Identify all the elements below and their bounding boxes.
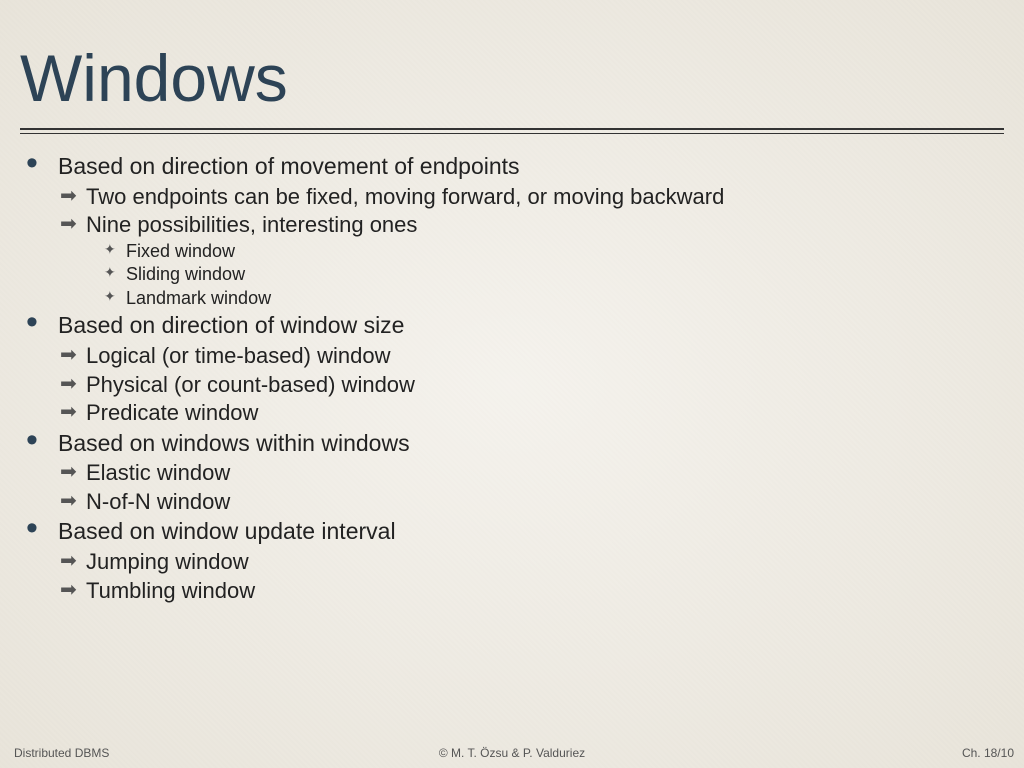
bullet-level3: Sliding window (26, 263, 1004, 286)
bullet-level1: Based on windows within windows (26, 429, 1004, 458)
footer-center: © M. T. Özsu & P. Valduriez (439, 746, 585, 760)
bullet-level2: Logical (or time-based) window (26, 342, 1004, 370)
bullet-level2: Elastic window (26, 459, 1004, 487)
bullet-level2: Physical (or count-based) window (26, 371, 1004, 399)
bullet-level1: Based on direction of window size (26, 311, 1004, 340)
bullet-level2: Jumping window (26, 548, 1004, 576)
bullet-level2: Nine possibilities, interesting ones (26, 211, 1004, 239)
footer-right: Ch. 18/10 (962, 746, 1014, 760)
bullet-level3: Fixed window (26, 240, 1004, 263)
bullet-level2: N-of-N window (26, 488, 1004, 516)
title-divider (20, 128, 1004, 134)
bullet-level1: Based on direction of movement of endpoi… (26, 152, 1004, 181)
slide: Windows Based on direction of movement o… (0, 0, 1024, 768)
bullet-level3: Landmark window (26, 287, 1004, 310)
bullet-level1: Based on window update interval (26, 517, 1004, 546)
slide-title: Windows (20, 0, 1004, 124)
footer-left: Distributed DBMS (14, 746, 109, 760)
bullet-level2: Predicate window (26, 399, 1004, 427)
bullet-level2: Two endpoints can be fixed, moving forwa… (26, 183, 1004, 211)
bullet-level2: Tumbling window (26, 577, 1004, 605)
slide-content: Based on direction of movement of endpoi… (20, 152, 1004, 604)
